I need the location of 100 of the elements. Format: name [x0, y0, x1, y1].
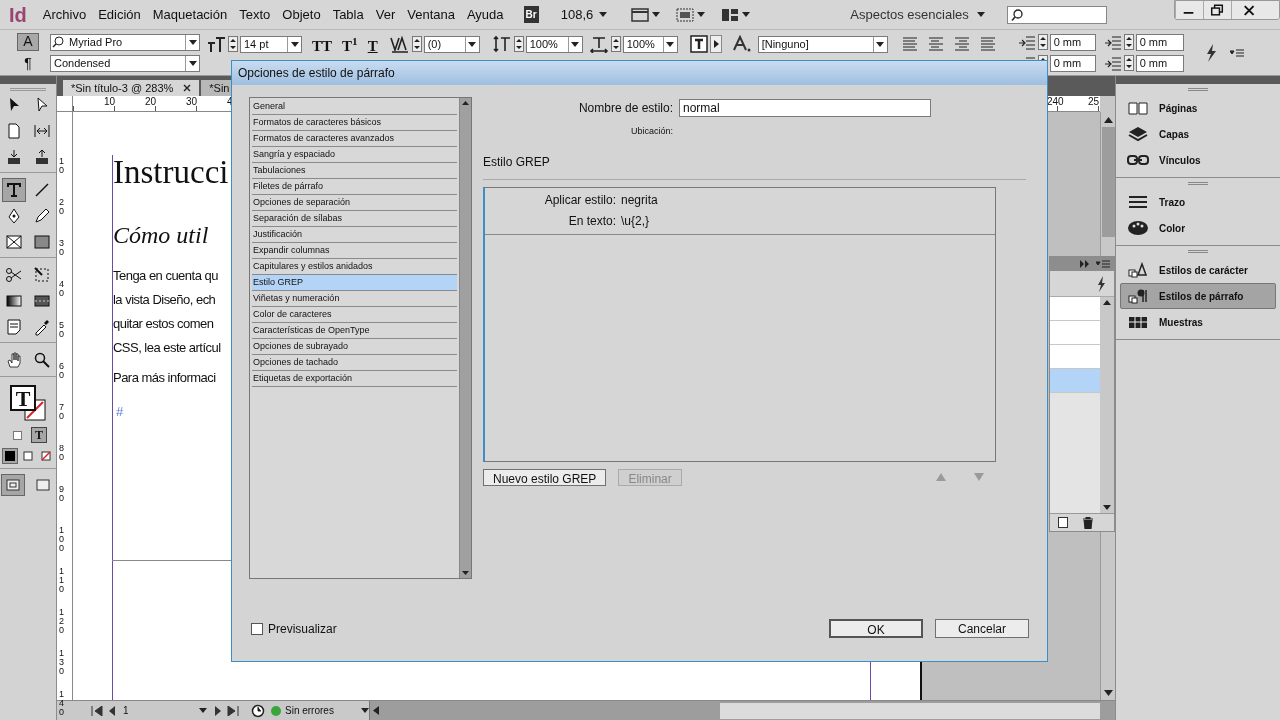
panel-tab[interactable]: Estilos de párrafo — [1120, 283, 1276, 309]
category-item[interactable]: Formatos de caracteres básicos — [252, 115, 457, 131]
scroll-down-icon[interactable] — [1103, 505, 1111, 510]
menu-item[interactable]: Texto — [237, 4, 273, 25]
panel-menu-icon[interactable] — [1229, 47, 1244, 58]
category-item[interactable]: Opciones de separación — [252, 195, 457, 211]
view-options-icon[interactable] — [631, 6, 650, 23]
category-item[interactable]: Etiquetas de exportación — [252, 371, 457, 387]
menu-item[interactable]: Edición — [96, 4, 143, 25]
indent-field[interactable]: 0 mm — [1049, 54, 1096, 72]
new-item-icon[interactable] — [1058, 517, 1068, 528]
align-towards-spine-icon[interactable] — [979, 36, 996, 52]
page-number-field[interactable]: 1 — [123, 703, 199, 718]
panel-scrollbar[interactable] — [1100, 297, 1114, 513]
indent-field[interactable]: 0 mm — [1135, 54, 1184, 72]
next-page-icon[interactable] — [213, 705, 223, 716]
category-item[interactable]: Separación de sílabas — [252, 211, 457, 227]
category-item[interactable]: Color de caracteres — [252, 307, 457, 323]
tracking-field[interactable]: (0) — [423, 35, 480, 53]
spinner-arrows-icon[interactable] — [513, 36, 524, 52]
type-tool-icon[interactable] — [2, 178, 26, 202]
menu-item[interactable]: Objeto — [280, 4, 323, 25]
spinner-arrows-icon[interactable] — [1123, 34, 1134, 50]
list-scrollbar[interactable] — [459, 98, 471, 578]
formatting-text-button[interactable]: T — [31, 427, 47, 443]
panel-tab[interactable]: Muestras — [1120, 309, 1276, 335]
preflight-status[interactable]: Sin errores — [271, 703, 369, 718]
category-item[interactable]: Sangría y espaciado — [252, 147, 457, 163]
superscript-button[interactable]: T$^{1}$ — [342, 35, 358, 58]
scrollbar-thumb[interactable] — [720, 702, 1100, 719]
horizontal-scrollbar[interactable] — [369, 701, 1115, 720]
first-page-icon[interactable] — [91, 705, 103, 716]
category-item[interactable]: Tabulaciones — [252, 163, 457, 179]
restore-button[interactable] — [1203, 1, 1231, 19]
spinner-arrows-icon[interactable] — [228, 36, 238, 52]
vertical-scale-field[interactable]: 100% — [525, 35, 583, 53]
scroll-up-icon[interactable] — [1103, 300, 1111, 305]
fill-swatch[interactable]: T — [10, 385, 36, 411]
horizontal-scale-field[interactable]: 100% — [622, 35, 678, 53]
scroll-up-icon[interactable] — [1103, 117, 1113, 123]
panel-tab[interactable]: Color — [1120, 215, 1276, 241]
scrollbar-thumb[interactable] — [1101, 127, 1115, 237]
scroll-up-icon[interactable] — [462, 101, 469, 105]
minimize-button[interactable] — [1175, 1, 1203, 19]
arrange-documents-icon[interactable] — [721, 6, 740, 23]
search-field[interactable] — [1006, 5, 1107, 24]
menu-item[interactable]: Ayuda — [464, 4, 506, 25]
all-caps-button[interactable]: TT — [312, 35, 332, 58]
character-style-field[interactable]: [Ninguno] — [757, 35, 888, 53]
menu-item[interactable]: Ventana — [405, 4, 457, 25]
menu-item[interactable]: Ver — [373, 4, 398, 25]
category-item[interactable]: Opciones de tachado — [252, 355, 457, 371]
style-name-field[interactable]: normal — [679, 99, 931, 117]
paragraph-mode-button[interactable]: ¶ — [17, 54, 39, 73]
apply-none-icon[interactable] — [39, 449, 53, 463]
spinner-arrows-icon[interactable] — [411, 36, 422, 52]
panel-tab[interactable]: Vínculos — [1120, 147, 1276, 173]
scroll-down-icon[interactable] — [1103, 690, 1113, 696]
panel-tab[interactable]: Páginas — [1120, 95, 1276, 121]
collapse-arrows-icon[interactable] — [1080, 260, 1090, 268]
panel-tab[interactable]: Capas — [1120, 121, 1276, 147]
normal-view-icon[interactable] — [1, 474, 25, 496]
indent-field[interactable]: 0 mm — [1135, 33, 1184, 51]
cancel-button[interactable]: Cancelar — [935, 619, 1029, 638]
close-icon[interactable] — [183, 84, 192, 92]
panel-tab[interactable]: Trazo — [1120, 189, 1276, 215]
last-page-icon[interactable] — [227, 705, 239, 716]
zoom-level[interactable]: 108,6 — [560, 4, 608, 25]
ok-button[interactable]: OK — [829, 619, 923, 638]
category-item[interactable]: Filetes de párrafo — [252, 179, 457, 195]
font-style-field[interactable]: Condensed — [50, 54, 200, 72]
apply-gradient-icon[interactable] — [21, 449, 35, 463]
category-item[interactable]: Justificación — [252, 227, 457, 243]
preview-checkbox[interactable]: Previsualizar — [251, 619, 337, 638]
new-grep-style-button[interactable]: Nuevo estilo GREP — [483, 468, 607, 486]
panel-menu-icon[interactable] — [1096, 260, 1110, 268]
trash-icon[interactable] — [1082, 516, 1094, 529]
font-field[interactable]: Myriad Pro — [50, 33, 200, 51]
align-left-icon[interactable] — [901, 36, 918, 52]
scroll-left-icon[interactable] — [373, 706, 379, 715]
indent-field[interactable]: 0 mm — [1049, 33, 1096, 51]
category-item[interactable]: Características de OpenType — [252, 323, 457, 339]
category-item[interactable]: Estilo GREP — [252, 275, 457, 291]
category-item[interactable]: General — [252, 99, 457, 115]
character-mode-button[interactable]: A — [17, 32, 39, 51]
document-tab[interactable]: *Sin título-3 @ 283% — [63, 80, 200, 96]
category-item[interactable]: Formatos de caracteres avanzados — [252, 131, 457, 147]
category-item[interactable]: Expandir columnas — [252, 243, 457, 259]
apply-color-icon[interactable] — [3, 449, 17, 463]
spinner-arrows-icon[interactable] — [610, 36, 621, 52]
text-box-icon[interactable] — [689, 35, 708, 53]
lightning-icon[interactable] — [1096, 275, 1106, 292]
font-size-field[interactable]: 14 pt — [240, 35, 302, 53]
align-right-icon[interactable] — [953, 36, 970, 52]
menu-item[interactable]: Archivo — [40, 4, 89, 25]
underline-button[interactable]: T — [367, 35, 378, 58]
close-button[interactable] — [1231, 1, 1279, 19]
workspace-switcher[interactable]: Aspectos esenciales — [850, 4, 985, 25]
category-item[interactable]: Opciones de subrayado — [252, 339, 457, 355]
spinner-arrows-icon[interactable] — [1123, 55, 1134, 71]
